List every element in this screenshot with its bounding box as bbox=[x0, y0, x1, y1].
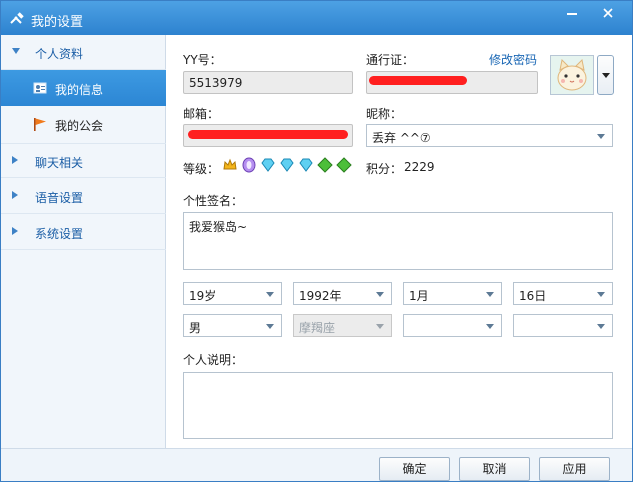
cat-avatar-icon bbox=[551, 56, 593, 94]
cancel-button[interactable]: 取消 bbox=[459, 457, 530, 481]
close-icon bbox=[603, 8, 613, 18]
sidebar-item-label: 系统设置 bbox=[35, 227, 84, 241]
green-diamond-icon bbox=[317, 157, 333, 173]
sidebar-subitem-label: 我的信息 bbox=[55, 83, 104, 97]
yy-label: YY号： bbox=[183, 53, 222, 67]
blue-diamond-icon bbox=[261, 158, 275, 172]
birth-month-select[interactable]: 1月 bbox=[403, 282, 502, 305]
avatar[interactable] bbox=[550, 55, 594, 95]
nickname-label: 昵称： bbox=[366, 107, 403, 121]
birth-day-select[interactable]: 16日 bbox=[513, 282, 613, 305]
sidebar-item-label: 聊天相关 bbox=[35, 156, 84, 170]
signature-value: 我爱猴岛~ bbox=[189, 220, 248, 234]
passport-label: 通行证： bbox=[366, 53, 415, 67]
email-label: 邮箱： bbox=[183, 107, 220, 121]
sidebar-item-system[interactable]: 系统设置 bbox=[1, 215, 166, 250]
sidebar-item-voice[interactable]: 语音设置 bbox=[1, 179, 166, 214]
sidebar-subitem-my-info[interactable]: 我的信息 bbox=[1, 70, 166, 106]
birth-year-select[interactable]: 1992年 bbox=[293, 282, 392, 305]
blue-diamond-icon bbox=[280, 158, 294, 172]
apply-button[interactable]: 应用 bbox=[539, 457, 610, 481]
chevron-down-icon bbox=[486, 292, 494, 297]
chevron-down-icon bbox=[486, 324, 494, 329]
ok-button[interactable]: 确定 bbox=[379, 457, 450, 481]
yy-id-field[interactable]: 5513979 bbox=[183, 71, 353, 94]
gender-select[interactable]: 男 bbox=[183, 314, 282, 337]
flag-icon bbox=[34, 118, 46, 131]
description-textarea[interactable] bbox=[183, 372, 613, 439]
chevron-down-icon bbox=[597, 324, 605, 329]
chevron-right-icon bbox=[12, 227, 18, 235]
window-title: 我的设置 bbox=[31, 15, 84, 30]
sidebar-subitem-my-guild[interactable]: 我的公会 bbox=[1, 106, 166, 142]
birth-month-value: 1月 bbox=[409, 289, 429, 303]
signature-label: 个性签名： bbox=[183, 194, 244, 208]
city-select[interactable] bbox=[513, 314, 613, 337]
change-password-link[interactable]: 修改密码 bbox=[489, 51, 537, 68]
minimize-button[interactable] bbox=[557, 1, 587, 25]
settings-window: 我的设置 个人资料 我的信息 我的公会 聊天相关 语音设置 系统设置 YY号： … bbox=[0, 0, 633, 482]
sidebar-subitem-label: 我的公会 bbox=[55, 119, 104, 133]
age-value: 19岁 bbox=[189, 289, 217, 303]
green-diamond-icon bbox=[336, 157, 352, 173]
sidebar-item-chat[interactable]: 聊天相关 bbox=[1, 143, 166, 178]
dialog-footer: 确定 取消 应用 bbox=[1, 448, 632, 481]
age-select[interactable]: 19岁 bbox=[183, 282, 282, 305]
redaction-mark bbox=[188, 130, 348, 139]
chevron-down-icon bbox=[602, 73, 610, 78]
sidebar-item-profile[interactable]: 个人资料 bbox=[1, 35, 166, 70]
birth-year-value: 1992年 bbox=[299, 289, 342, 303]
chevron-down-icon bbox=[266, 292, 274, 297]
chevron-down-icon bbox=[597, 134, 605, 139]
chevron-down-icon bbox=[376, 292, 384, 297]
blue-diamond-icon bbox=[299, 158, 313, 172]
purple-gem-icon bbox=[242, 157, 256, 173]
redaction-mark bbox=[369, 76, 467, 85]
chevron-right-icon bbox=[12, 156, 18, 164]
tools-icon bbox=[10, 12, 24, 24]
chevron-down-icon bbox=[12, 48, 20, 54]
points-value: 2229 bbox=[404, 160, 435, 174]
sidebar-item-label: 语音设置 bbox=[35, 191, 84, 205]
chevron-down-icon bbox=[376, 324, 384, 329]
chevron-right-icon bbox=[12, 191, 18, 199]
chevron-down-icon bbox=[266, 324, 274, 329]
close-button[interactable] bbox=[593, 1, 623, 25]
description-label: 个人说明： bbox=[183, 353, 244, 367]
zodiac-value: 摩羯座 bbox=[299, 321, 336, 335]
province-select[interactable] bbox=[403, 314, 502, 337]
nickname-value: 丢弃 ^^⑦ bbox=[372, 131, 431, 145]
sidebar-item-label: 个人资料 bbox=[35, 47, 84, 61]
level-label: 等级： bbox=[183, 162, 220, 176]
gender-value: 男 bbox=[189, 321, 202, 335]
zodiac-select: 摩羯座 bbox=[293, 314, 392, 337]
nickname-combobox[interactable]: 丢弃 ^^⑦ bbox=[366, 124, 613, 147]
id-card-icon bbox=[33, 82, 47, 94]
sidebar: 个人资料 我的信息 我的公会 聊天相关 语音设置 系统设置 bbox=[1, 35, 166, 448]
chevron-down-icon bbox=[597, 292, 605, 297]
minimize-icon bbox=[567, 13, 577, 15]
title-bar: 我的设置 bbox=[1, 1, 632, 35]
avatar-menu-button[interactable] bbox=[597, 55, 614, 95]
level-badges bbox=[222, 157, 352, 175]
points-label: 积分： bbox=[366, 162, 403, 176]
birth-day-value: 16日 bbox=[519, 289, 547, 303]
crown-icon bbox=[223, 158, 237, 170]
signature-textarea[interactable]: 我爱猴岛~ bbox=[183, 212, 613, 270]
